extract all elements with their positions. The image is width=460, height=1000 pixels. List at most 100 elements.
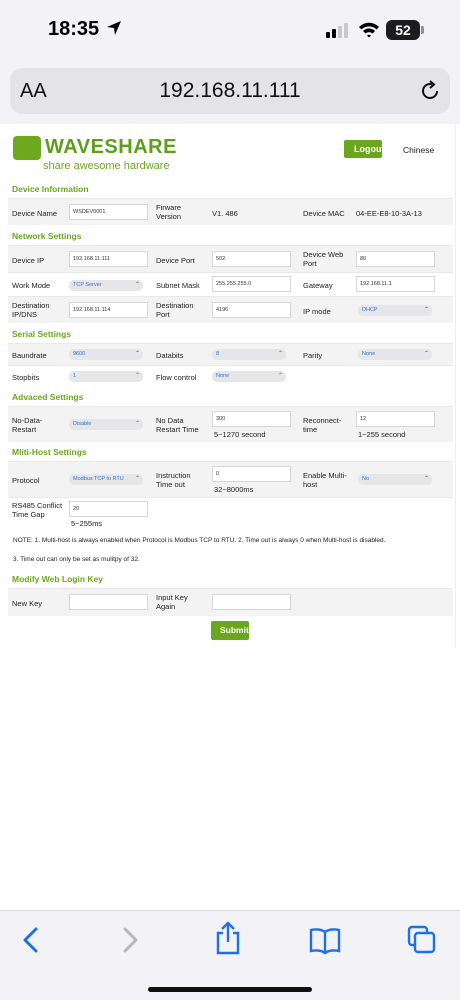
parity-select[interactable]: None ⌃ — [358, 349, 432, 360]
logo-tagline: share awesome hardware — [43, 160, 170, 172]
device-mac-value: 04-EE-E8-10-3A-13 — [356, 209, 422, 218]
forward-icon[interactable] — [117, 925, 143, 960]
web-port-label: Device Web Port — [303, 250, 344, 268]
instruction-timeout-hint: 32~8000ms — [214, 485, 254, 494]
chevron-updown-icon: ⌃ — [423, 351, 429, 357]
battery-cap-icon — [421, 26, 424, 34]
device-ip-label: Device IP — [12, 256, 45, 265]
multihost-note-2: 3. Time out can only be set as mulitpy o… — [13, 556, 140, 563]
chevron-updown-icon: ⌃ — [134, 476, 140, 482]
reload-icon[interactable] — [418, 79, 442, 108]
submit-button[interactable]: Submit — [211, 621, 249, 640]
reconnect-time-input[interactable]: 12 — [356, 411, 435, 427]
databits-select[interactable]: 8 ⌃ — [212, 349, 286, 360]
chevron-updown-icon: ⌃ — [423, 476, 429, 482]
firmware-value: V1. 486 — [212, 209, 238, 218]
new-key-input[interactable] — [69, 594, 148, 610]
no-data-restart-value: Disable — [73, 421, 92, 427]
share-icon[interactable] — [214, 921, 242, 960]
instruction-timeout-input[interactable]: 0 — [212, 466, 291, 482]
instruction-timeout-label: Instruction Time out — [156, 471, 191, 489]
rs485-gap-hint: 5~255ms — [71, 519, 103, 528]
chinese-language-link[interactable]: Chinese — [403, 145, 434, 155]
section-advanced-settings: Advaced Settings — [12, 392, 84, 402]
ip-mode-select[interactable]: DHCP ⌃ — [358, 305, 432, 316]
input-key-again-label: Input Key Again — [156, 593, 188, 611]
restart-time-label: No Data Restart Time — [156, 416, 199, 434]
section-network-settings: Network Settings — [12, 231, 82, 241]
baudrate-select[interactable]: 9600 ⌃ — [69, 349, 143, 360]
chevron-updown-icon: ⌃ — [134, 282, 140, 288]
device-name-label: Device Name — [12, 209, 58, 218]
row-multihost-2: RS485 Conflict Time Gap 20 5~255ms — [8, 497, 453, 531]
row-network-3: Destination IP/DNS 192.168.11.114 Destin… — [8, 296, 453, 323]
stopbits-label: Stopbits — [12, 373, 40, 382]
chevron-updown-icon: ⌃ — [134, 421, 140, 427]
device-port-label: Device Port — [156, 256, 195, 265]
stopbits-value: 1 — [73, 373, 77, 379]
flow-control-value: None — [216, 373, 230, 379]
address-bar[interactable]: AA 192.168.11.111 — [10, 68, 450, 114]
rs485-gap-input[interactable]: 20 — [69, 501, 148, 517]
section-login-key: Modify Web Login Key — [12, 574, 103, 584]
protocol-label: Protocol — [12, 476, 40, 485]
chevron-updown-icon: ⌃ — [134, 351, 140, 357]
browser-chrome: AA 192.168.11.111 — [0, 62, 460, 124]
ip-mode-label: IP mode — [303, 307, 331, 316]
battery-indicator: 52 — [386, 20, 420, 40]
back-icon[interactable] — [18, 925, 44, 960]
stopbits-select[interactable]: 1 ⌃ — [69, 371, 143, 382]
web-page: WAVESHARE share awesome hardware Logout … — [5, 124, 456, 648]
parity-label: Parity — [303, 351, 323, 360]
row-network-1: Device IP 192.168.11.111 Device Port 502… — [8, 245, 453, 272]
enable-multi-host-value: No — [362, 476, 370, 482]
status-time: 18:35 — [48, 18, 100, 40]
destination-port-label: Destination Port — [156, 301, 194, 319]
destination-ip-label: Destination IP/DNS — [12, 301, 50, 319]
cellular-signal-icon — [326, 22, 348, 43]
row-network-2: Work Mode TCP Server ⌃ Subnet Mask 255.25… — [8, 272, 453, 296]
subnet-mask-input[interactable]: 255.255.255.0 — [212, 276, 291, 292]
chevron-updown-icon: ⌃ — [423, 307, 429, 313]
destination-ip-input[interactable]: 192.168.11.114 — [69, 302, 148, 318]
input-key-again-input[interactable] — [212, 594, 291, 610]
protocol-select[interactable]: Modbus TCP to RTU ⌃ — [69, 474, 143, 485]
row-multihost-1: Protocol Modbus TCP to RTU ⌃ Instruction … — [8, 461, 453, 497]
logout-button[interactable]: Logout — [344, 140, 382, 158]
logo-name: WAVESHARE — [45, 136, 177, 158]
gateway-label: Gateway — [303, 281, 333, 290]
tabs-icon[interactable] — [407, 925, 437, 960]
chevron-updown-icon: ⌃ — [277, 373, 283, 379]
device-name-input[interactable]: WSDEV0001 — [69, 204, 148, 220]
device-port-input[interactable]: 502 — [212, 251, 291, 267]
parity-value: None — [362, 351, 376, 357]
multihost-note-1: NOTE: 1. Multi-host is always enabled wh… — [13, 537, 386, 544]
row-advanced: No-Data-Restart Disable ⌃ No Data Restart… — [8, 406, 453, 442]
new-key-label: New Key — [12, 599, 43, 608]
device-mac-label: Device MAC — [303, 209, 345, 218]
enable-multi-host-select[interactable]: No ⌃ — [358, 474, 432, 485]
protocol-value: Modbus TCP to RTU — [73, 476, 124, 482]
gateway-input[interactable]: 192.168.11.1 — [356, 276, 435, 292]
work-mode-select[interactable]: TCP Server ⌃ — [69, 280, 143, 291]
rs485-gap-label: RS485 Conflict Time Gap — [12, 501, 63, 519]
device-ip-input[interactable]: 192.168.11.111 — [69, 251, 148, 267]
bookmarks-icon[interactable] — [309, 925, 341, 960]
no-data-restart-select[interactable]: Disable ⌃ — [69, 419, 143, 430]
subnet-mask-label: Subnet Mask — [156, 281, 200, 290]
status-bar: 18:35 52 — [0, 0, 460, 62]
firmware-label: Firware Version — [156, 203, 182, 221]
flow-control-label: Flow control — [156, 373, 197, 382]
databits-value: 8 — [216, 351, 220, 357]
databits-label: Databits — [156, 351, 184, 360]
destination-port-input[interactable]: 4196 — [212, 302, 291, 318]
reconnect-time-hint: 1~255 second — [358, 430, 406, 439]
url-text[interactable]: 192.168.11.111 — [10, 79, 450, 103]
web-port-input[interactable]: 80 — [356, 251, 435, 267]
flow-control-select[interactable]: None ⌃ — [212, 371, 286, 382]
restart-time-hint: 5~1270 second — [214, 430, 266, 439]
restart-time-input[interactable]: 300 — [212, 411, 291, 427]
wifi-icon — [358, 21, 380, 43]
chevron-updown-icon: ⌃ — [277, 351, 283, 357]
enable-multi-host-label: Enable Multi-host — [303, 471, 347, 489]
